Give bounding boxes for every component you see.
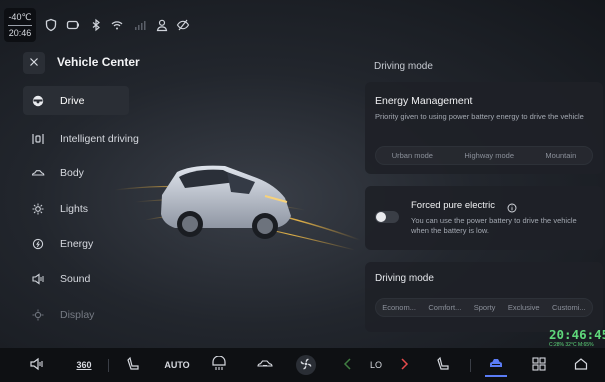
sidebar-item-label: Lights xyxy=(60,202,89,215)
energy-mode-mountain[interactable]: Mountain xyxy=(545,151,576,160)
sidebar-item-lights[interactable]: Lights xyxy=(23,194,129,223)
seat-heat-button[interactable] xyxy=(434,356,452,374)
car-body-icon xyxy=(31,166,45,180)
eye-off-icon xyxy=(176,18,190,32)
grid-icon xyxy=(531,356,547,374)
sidebar-item-label: Drive xyxy=(60,94,85,107)
defrost-icon xyxy=(211,355,227,374)
light-icon xyxy=(31,202,45,216)
air-recirculation-button[interactable] xyxy=(254,356,276,374)
seat-button[interactable] xyxy=(124,356,142,374)
sidebar-item-energy[interactable]: Energy xyxy=(23,229,129,258)
wifi-icon xyxy=(110,18,124,32)
forced-electric-card: Forced pure electric You can use the pow… xyxy=(365,186,603,250)
chevron-right-icon xyxy=(396,356,412,374)
energy-management-desc: Priority given to using power battery en… xyxy=(375,112,584,121)
sidebar-item-body[interactable]: Body xyxy=(23,158,129,187)
car-illustration xyxy=(115,165,360,251)
forced-electric-toggle[interactable] xyxy=(375,211,399,223)
sidebar-item-label: Energy xyxy=(60,237,94,250)
car-icon xyxy=(488,355,504,373)
toggle-knob xyxy=(376,212,386,222)
defrost-button[interactable] xyxy=(210,355,228,374)
dock-divider xyxy=(108,359,109,372)
energy-management-title: Energy Management xyxy=(375,95,473,107)
seat-icon xyxy=(125,356,141,374)
driving-mode-title: Driving mode xyxy=(375,273,434,284)
page-title: Vehicle Center xyxy=(57,55,140,69)
sidebar-item-label: Intelligent driving xyxy=(60,133,139,145)
info-icon[interactable] xyxy=(507,200,517,213)
apps-button[interactable] xyxy=(530,356,548,374)
steering-wheel-icon xyxy=(31,94,45,108)
sidebar-item-label: Display xyxy=(60,308,95,321)
clock-overlay: 20:46:45 xyxy=(549,327,605,342)
sidebar-item-drive[interactable]: Drive xyxy=(23,86,129,115)
energy-mode-urban[interactable]: Urban mode xyxy=(392,151,433,160)
lane-icon xyxy=(31,132,45,146)
speaker-icon xyxy=(31,272,45,286)
volume-button[interactable] xyxy=(28,356,46,374)
vehicle-center-button[interactable] xyxy=(485,353,507,377)
speaker-icon xyxy=(29,356,45,374)
screen: -40℃ 20:46 Vehicle Center Drive Intellig… xyxy=(0,0,605,382)
forced-electric-desc: You can use the power battery to drive t… xyxy=(411,216,577,235)
sidebar-item-sound[interactable]: Sound xyxy=(23,264,129,293)
home-button[interactable] xyxy=(572,356,590,374)
energy-mode-selector: Urban mode Highway mode Mountain xyxy=(375,146,593,165)
fan-icon xyxy=(298,356,314,374)
camera-360-button[interactable]: 360 xyxy=(72,356,96,374)
fan-level: LO xyxy=(369,360,382,370)
battery-icon xyxy=(66,18,80,32)
section-title: Driving mode xyxy=(374,61,433,72)
temperature-widget[interactable]: -40℃ 20:46 xyxy=(4,8,36,42)
brightness-icon xyxy=(31,308,45,322)
driving-mode-economy[interactable]: Econom... xyxy=(382,303,416,312)
sidebar-item-label: Body xyxy=(60,166,84,179)
chevron-left-icon xyxy=(340,356,356,374)
sidebar-item-label: Sound xyxy=(60,272,91,285)
driving-mode-sporty[interactable]: Sporty xyxy=(474,303,496,312)
home-icon xyxy=(573,356,589,374)
fan-decrease-button[interactable] xyxy=(342,356,354,374)
signal-icon xyxy=(133,18,147,32)
driving-mode-custom[interactable]: Customi... xyxy=(552,303,586,312)
driving-mode-comfort[interactable]: Comfort... xyxy=(428,303,461,312)
driving-mode-selector: Econom... Comfort... Sporty Exclusive Cu… xyxy=(375,298,593,317)
fan-increase-button[interactable] xyxy=(398,356,410,374)
energy-management-card: Energy Management Priority given to usin… xyxy=(365,82,603,174)
shield-icon xyxy=(44,18,58,32)
driving-mode-card: Driving mode Econom... Comfort... Sporty… xyxy=(365,262,603,332)
outside-temp: -40℃ xyxy=(8,12,32,22)
temp-divider xyxy=(8,25,32,26)
seat-icon xyxy=(435,356,451,374)
bluetooth-icon xyxy=(89,18,103,32)
energy-icon xyxy=(31,237,45,251)
sidebar-item-display[interactable]: Display xyxy=(23,300,129,329)
forced-electric-title: Forced pure electric xyxy=(411,200,495,211)
status-bar: -40℃ 20:46 xyxy=(0,0,605,46)
status-time: 20:46 xyxy=(8,28,32,38)
close-icon xyxy=(29,54,39,72)
dock-divider xyxy=(470,359,471,372)
sidebar-item-intelligent-driving[interactable]: Intelligent driving xyxy=(23,122,139,156)
user-icon xyxy=(155,18,169,32)
ac-auto-button[interactable]: AUTO xyxy=(162,356,192,374)
bottom-dock: 360 AUTO LO xyxy=(0,348,605,382)
close-button[interactable] xyxy=(23,52,45,74)
driving-mode-exclusive[interactable]: Exclusive xyxy=(508,303,540,312)
energy-mode-highway[interactable]: Highway mode xyxy=(464,151,514,160)
car-recirculation-icon xyxy=(257,356,273,374)
fan-button[interactable] xyxy=(296,355,316,375)
